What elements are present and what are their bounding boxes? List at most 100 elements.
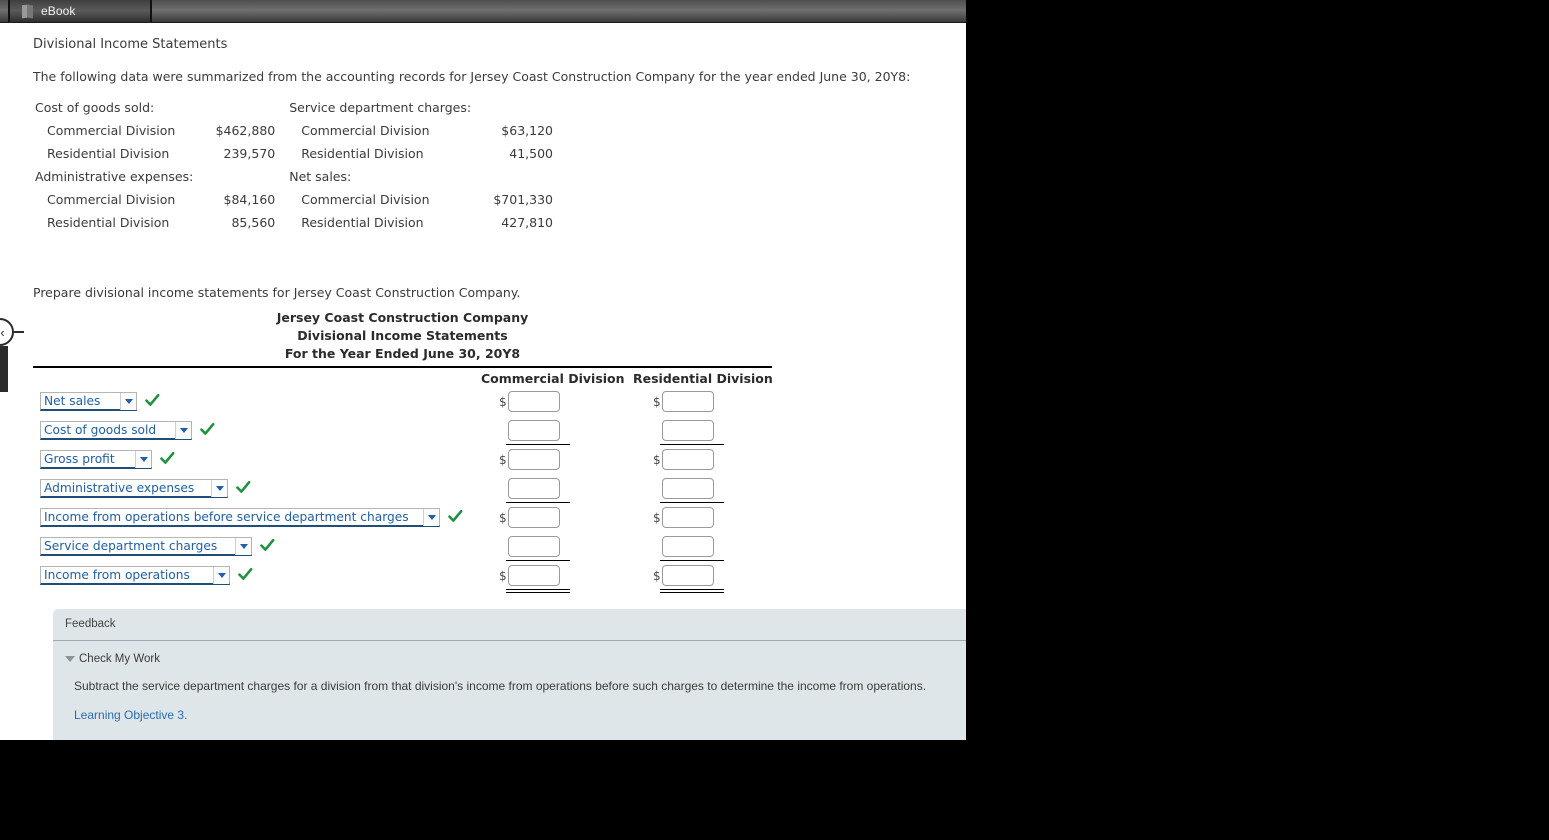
- given-value-right: [471, 165, 553, 188]
- given-value-right: [471, 96, 553, 119]
- statement-report-title: Divisional Income Statements: [297, 328, 508, 343]
- tab-ebook[interactable]: eBook: [8, 0, 152, 22]
- given-label-right: Net sales:: [289, 169, 352, 184]
- amount-cell-commercial: $: [499, 565, 560, 586]
- ebook-window: eBook Divisional Income Statements The f…: [0, 0, 966, 740]
- page-title: Divisional Income Statements: [33, 37, 228, 52]
- amount-input-residential-3[interactable]: [662, 449, 714, 470]
- statement-row: Gross profit $ $: [33, 448, 772, 477]
- amount-input-residential-4[interactable]: [662, 478, 714, 499]
- correct-check-icon: [160, 451, 175, 467]
- account-select-4[interactable]: Administrative expenses: [40, 479, 228, 498]
- correct-check-icon: [200, 422, 215, 438]
- dollar-sign: $: [653, 452, 661, 467]
- correct-check-icon: [448, 509, 463, 525]
- amount-cell-commercial: [499, 536, 560, 557]
- given-label-left: Administrative expenses:: [35, 169, 194, 184]
- amount-cell-residential: $: [653, 449, 714, 470]
- feedback-title: Feedback: [65, 618, 116, 630]
- account-select-6[interactable]: Service department charges: [40, 537, 252, 556]
- given-data-table: Cost of goods sold: Service department ch…: [33, 96, 553, 234]
- account-select-value: Service department charges: [44, 538, 218, 553]
- amount-input-commercial-1[interactable]: [508, 391, 560, 412]
- total-double-rule: [660, 589, 724, 593]
- statement-row: Net sales $ $: [33, 390, 772, 419]
- account-select-3[interactable]: Gross profit: [40, 450, 152, 469]
- given-label-left: Commercial Division: [47, 192, 176, 207]
- given-value-left: 85,560: [231, 215, 276, 230]
- account-select-5[interactable]: Income from operations before service de…: [40, 508, 440, 527]
- income-statement: Jersey Coast Construction Company Divisi…: [33, 309, 773, 593]
- statement-row: Income from operations $ $: [33, 564, 772, 593]
- tab-bar: eBook: [0, 0, 966, 23]
- amount-cell-residential: [653, 420, 714, 441]
- amount-input-commercial-5[interactable]: [508, 507, 560, 528]
- chevron-left-icon: ‹: [0, 324, 5, 340]
- chevron-down-icon[interactable]: [120, 392, 136, 410]
- correct-check-icon: [238, 567, 253, 583]
- account-select-value: Administrative expenses: [44, 480, 195, 495]
- given-value-left: 239,570: [223, 146, 276, 161]
- correct-check-icon: [145, 393, 160, 409]
- chevron-down-icon[interactable]: [211, 479, 227, 497]
- chevron-down-icon[interactable]: [235, 537, 251, 555]
- amount-input-commercial-4[interactable]: [508, 478, 560, 499]
- account-select-value: Income from operations before service de…: [44, 509, 409, 524]
- chevron-down-icon[interactable]: [175, 421, 191, 439]
- amount-input-residential-5[interactable]: [662, 507, 714, 528]
- book-icon: [22, 4, 34, 18]
- given-value-left: [193, 96, 285, 119]
- account-select-1[interactable]: Net sales: [40, 392, 137, 411]
- chevron-down-icon[interactable]: [135, 450, 151, 468]
- account-select-2[interactable]: Cost of goods sold: [40, 421, 192, 440]
- given-data-row: Commercial Division $462,880 Commercial Di…: [33, 119, 553, 142]
- statement-rows: Net sales $ $ Cost of goods sold Gross profi…: [33, 390, 772, 593]
- given-data-row: Residential Division 239,570 Residential D…: [33, 142, 553, 165]
- feedback-panel: Feedback Check My Work Subtract the serv…: [53, 609, 966, 740]
- amount-cell-residential: [653, 478, 714, 499]
- amount-input-commercial-3[interactable]: [508, 449, 560, 470]
- statement-row: Administrative expenses: [33, 477, 772, 506]
- given-value-right: $63,120: [501, 123, 553, 138]
- given-data-grid: Cost of goods sold: Service department ch…: [33, 96, 553, 234]
- statement-row: Income from operations before service de…: [33, 506, 772, 535]
- statement-company: Jersey Coast Construction Company: [276, 310, 529, 325]
- statement-row: Service department charges: [33, 535, 772, 564]
- chevron-down-icon[interactable]: [423, 508, 439, 526]
- amount-cell-residential: $: [653, 565, 714, 586]
- amount-input-commercial-6[interactable]: [508, 536, 560, 557]
- question-intro: The following data were summarized from …: [33, 69, 911, 84]
- total-double-rule: [506, 589, 570, 593]
- account-select-value: Income from operations: [44, 567, 190, 582]
- subtotal-rule: [660, 502, 724, 503]
- amount-input-residential-6[interactable]: [662, 536, 714, 557]
- given-label-left: Residential Division: [47, 215, 170, 230]
- given-value-right: 427,810: [501, 215, 553, 230]
- amount-input-commercial-2[interactable]: [508, 420, 560, 441]
- question-content: Divisional Income Statements The followi…: [0, 23, 966, 740]
- given-label-right: Residential Division: [301, 146, 424, 161]
- learning-objective-link[interactable]: Learning Objective 3.: [74, 708, 187, 722]
- amount-cell-residential: $: [653, 391, 714, 412]
- subtotal-rule: [660, 444, 724, 445]
- given-data-row: Cost of goods sold: Service department ch…: [33, 96, 553, 119]
- dollar-sign: $: [653, 394, 661, 409]
- subtotal-rule: [506, 444, 570, 445]
- given-data-row: Residential Division 85,560 Residential Di…: [33, 211, 553, 234]
- amount-input-residential-7[interactable]: [662, 565, 714, 586]
- account-select-7[interactable]: Income from operations: [40, 566, 230, 585]
- caret-down-icon: [65, 656, 75, 662]
- dollar-sign: $: [499, 452, 507, 467]
- amount-input-residential-2[interactable]: [662, 420, 714, 441]
- dollar-sign: $: [653, 510, 661, 525]
- question-instruction: Prepare divisional income statements for…: [33, 285, 521, 300]
- given-label-left: Commercial Division: [47, 123, 176, 138]
- check-my-work-toggle[interactable]: Check My Work: [65, 653, 160, 665]
- subtotal-rule: [506, 560, 570, 561]
- chevron-down-icon[interactable]: [213, 566, 229, 584]
- dollar-sign: $: [653, 568, 661, 583]
- dollar-sign: $: [499, 568, 507, 583]
- amount-input-residential-1[interactable]: [662, 391, 714, 412]
- amount-input-commercial-7[interactable]: [508, 565, 560, 586]
- column-header-commercial: Commercial Division: [481, 371, 625, 386]
